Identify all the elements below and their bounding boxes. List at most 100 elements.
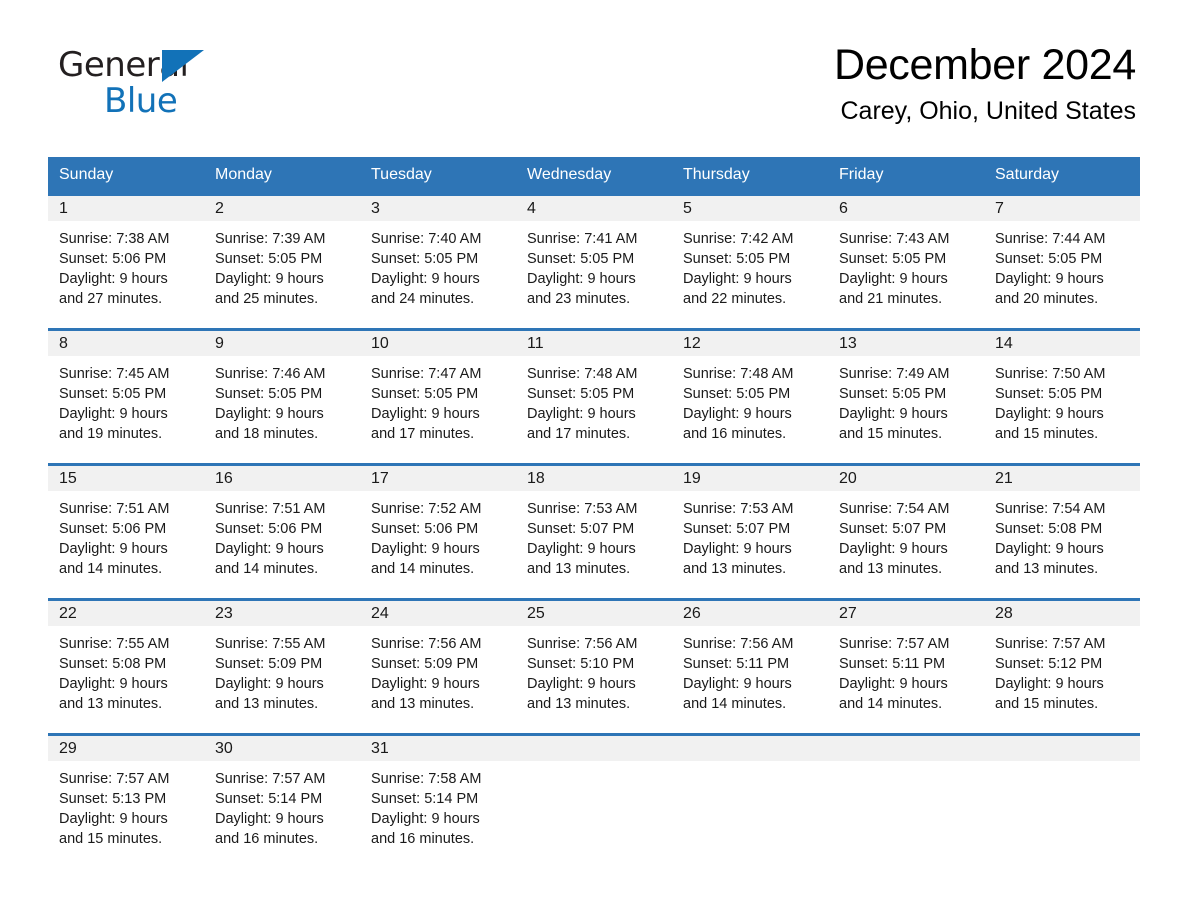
calendar-day-cell[interactable]: 23 Sunrise: 7:55 AM Sunset: 5:09 PM Dayligh…: [204, 598, 360, 735]
daylight-duration-line1: Daylight: 9 hours: [995, 271, 1104, 287]
general-blue-logo[interactable]: General Blue: [58, 48, 204, 121]
daylight-duration-line1: Daylight: 9 hours: [371, 676, 480, 692]
day-number-band: 22: [48, 601, 204, 626]
calendar-empty-cell: [516, 733, 672, 868]
calendar-day-cell[interactable]: 8 Sunrise: 7:45 AM Sunset: 5:05 PM Daylight…: [48, 328, 204, 465]
sunrise-time: Sunrise: 7:45 AM: [59, 366, 170, 382]
location-subtitle: Carey, Ohio, United States: [840, 97, 1136, 126]
day-details: Sunrise: 7:49 AM Sunset: 5:05 PM Daylight:…: [828, 356, 984, 444]
calendar-day-cell[interactable]: 28 Sunrise: 7:57 AM Sunset: 5:12 PM Dayligh…: [984, 598, 1140, 735]
calendar-week-row: 1 Sunrise: 7:38 AM Sunset: 5:06 PM Daylight…: [48, 193, 1140, 330]
calendar-day-cell[interactable]: 16 Sunrise: 7:51 AM Sunset: 5:06 PM Dayligh…: [204, 463, 360, 600]
calendar-day-cell[interactable]: 26 Sunrise: 7:56 AM Sunset: 5:11 PM Dayligh…: [672, 598, 828, 735]
day-number-band: 28: [984, 601, 1140, 626]
sunrise-time: Sunrise: 7:46 AM: [215, 366, 326, 382]
calendar-day-cell[interactable]: 30 Sunrise: 7:57 AM Sunset: 5:14 PM Dayligh…: [204, 733, 360, 868]
calendar-day-cell[interactable]: 2 Sunrise: 7:39 AM Sunset: 5:05 PM Daylight…: [204, 193, 360, 330]
sunset-time: Sunset: 5:05 PM: [839, 251, 947, 267]
calendar-day-cell[interactable]: 1 Sunrise: 7:38 AM Sunset: 5:06 PM Daylight…: [48, 193, 204, 330]
sunrise-time: Sunrise: 7:48 AM: [683, 366, 794, 382]
daylight-duration-line1: Daylight: 9 hours: [215, 541, 324, 557]
day-details: Sunrise: 7:53 AM Sunset: 5:07 PM Daylight:…: [672, 491, 828, 579]
day-details: Sunrise: 7:50 AM Sunset: 5:05 PM Daylight:…: [984, 356, 1140, 444]
calendar-day-cell[interactable]: 13 Sunrise: 7:49 AM Sunset: 5:05 PM Dayligh…: [828, 328, 984, 465]
calendar-empty-cell: [828, 733, 984, 868]
day-number-band: 26: [672, 601, 828, 626]
day-number: 29: [59, 740, 77, 757]
daylight-duration-line1: Daylight: 9 hours: [527, 406, 636, 422]
sunset-time: Sunset: 5:05 PM: [59, 386, 167, 402]
daylight-duration-line2: and 14 minutes.: [839, 696, 943, 712]
day-number-band: 11: [516, 331, 672, 356]
calendar-day-cell[interactable]: 12 Sunrise: 7:48 AM Sunset: 5:05 PM Dayligh…: [672, 328, 828, 465]
calendar-day-cell[interactable]: 10 Sunrise: 7:47 AM Sunset: 5:05 PM Dayligh…: [360, 328, 516, 465]
calendar-week-row: 29 Sunrise: 7:57 AM Sunset: 5:13 PM Dayligh…: [48, 733, 1140, 868]
calendar-day-cell[interactable]: 18 Sunrise: 7:53 AM Sunset: 5:07 PM Dayligh…: [516, 463, 672, 600]
calendar-day-cell[interactable]: 20 Sunrise: 7:54 AM Sunset: 5:07 PM Dayligh…: [828, 463, 984, 600]
day-number: 24: [371, 605, 389, 622]
day-details: Sunrise: 7:48 AM Sunset: 5:05 PM Daylight:…: [672, 356, 828, 444]
calendar-day-cell[interactable]: 24 Sunrise: 7:56 AM Sunset: 5:09 PM Dayligh…: [360, 598, 516, 735]
daylight-duration-line1: Daylight: 9 hours: [839, 406, 948, 422]
daylight-duration-line1: Daylight: 9 hours: [59, 676, 168, 692]
logo-line-one: General: [58, 48, 204, 86]
weekday-header-friday: Friday: [828, 157, 984, 195]
calendar-day-cell[interactable]: 22 Sunrise: 7:55 AM Sunset: 5:08 PM Dayligh…: [48, 598, 204, 735]
daylight-duration-line2: and 16 minutes.: [371, 831, 475, 847]
day-details: Sunrise: 7:57 AM Sunset: 5:14 PM Daylight:…: [204, 761, 360, 849]
day-number-band: 24: [360, 601, 516, 626]
sunrise-time: Sunrise: 7:48 AM: [527, 366, 638, 382]
day-details: Sunrise: 7:56 AM Sunset: 5:10 PM Daylight:…: [516, 626, 672, 714]
sunrise-time: Sunrise: 7:56 AM: [371, 636, 482, 652]
calendar-day-cell[interactable]: 17 Sunrise: 7:52 AM Sunset: 5:06 PM Dayligh…: [360, 463, 516, 600]
day-details: Sunrise: 7:58 AM Sunset: 5:14 PM Daylight:…: [360, 761, 516, 849]
logo-text-blue: Blue: [104, 81, 178, 121]
calendar-day-cell[interactable]: 7 Sunrise: 7:44 AM Sunset: 5:05 PM Daylight…: [984, 193, 1140, 330]
day-number-band: 23: [204, 601, 360, 626]
sunset-time: Sunset: 5:05 PM: [995, 386, 1103, 402]
sunset-time: Sunset: 5:08 PM: [59, 656, 167, 672]
day-number-band: 5: [672, 196, 828, 221]
calendar-day-cell[interactable]: 19 Sunrise: 7:53 AM Sunset: 5:07 PM Dayligh…: [672, 463, 828, 600]
calendar-day-cell[interactable]: 25 Sunrise: 7:56 AM Sunset: 5:10 PM Dayligh…: [516, 598, 672, 735]
calendar-day-cell[interactable]: 15 Sunrise: 7:51 AM Sunset: 5:06 PM Dayligh…: [48, 463, 204, 600]
sunrise-time: Sunrise: 7:51 AM: [215, 501, 326, 517]
day-number-band: 30: [204, 736, 360, 761]
daylight-duration-line2: and 25 minutes.: [215, 291, 319, 307]
day-number: 30: [215, 740, 233, 757]
calendar-empty-cell: [984, 733, 1140, 868]
daylight-duration-line1: Daylight: 9 hours: [371, 541, 480, 557]
calendar-day-cell[interactable]: 31 Sunrise: 7:58 AM Sunset: 5:14 PM Dayligh…: [360, 733, 516, 868]
calendar-day-cell[interactable]: 27 Sunrise: 7:57 AM Sunset: 5:11 PM Dayligh…: [828, 598, 984, 735]
day-number: 11: [527, 335, 544, 352]
sunrise-time: Sunrise: 7:42 AM: [683, 231, 794, 247]
day-details: Sunrise: 7:45 AM Sunset: 5:05 PM Daylight:…: [48, 356, 204, 444]
calendar-day-cell[interactable]: 6 Sunrise: 7:43 AM Sunset: 5:05 PM Daylight…: [828, 193, 984, 330]
calendar-day-cell[interactable]: 21 Sunrise: 7:54 AM Sunset: 5:08 PM Dayligh…: [984, 463, 1140, 600]
daylight-duration-line1: Daylight: 9 hours: [371, 811, 480, 827]
daylight-duration-line1: Daylight: 9 hours: [683, 541, 792, 557]
day-number: 18: [527, 470, 545, 487]
day-details: Sunrise: 7:43 AM Sunset: 5:05 PM Daylight:…: [828, 221, 984, 309]
day-number-band: 15: [48, 466, 204, 491]
calendar-day-cell[interactable]: 4 Sunrise: 7:41 AM Sunset: 5:05 PM Daylight…: [516, 193, 672, 330]
calendar-day-cell[interactable]: 9 Sunrise: 7:46 AM Sunset: 5:05 PM Daylight…: [204, 328, 360, 465]
day-number-band: 16: [204, 466, 360, 491]
daylight-duration-line1: Daylight: 9 hours: [527, 676, 636, 692]
day-details: Sunrise: 7:51 AM Sunset: 5:06 PM Daylight:…: [48, 491, 204, 579]
sunrise-time: Sunrise: 7:56 AM: [527, 636, 638, 652]
day-number-band: 27: [828, 601, 984, 626]
sunset-time: Sunset: 5:06 PM: [59, 521, 167, 537]
daylight-duration-line2: and 13 minutes.: [683, 561, 787, 577]
calendar-day-cell[interactable]: 3 Sunrise: 7:40 AM Sunset: 5:05 PM Daylight…: [360, 193, 516, 330]
day-details: Sunrise: 7:48 AM Sunset: 5:05 PM Daylight:…: [516, 356, 672, 444]
calendar-day-cell[interactable]: 14 Sunrise: 7:50 AM Sunset: 5:05 PM Dayligh…: [984, 328, 1140, 465]
calendar-day-cell[interactable]: 11 Sunrise: 7:48 AM Sunset: 5:05 PM Dayligh…: [516, 328, 672, 465]
day-details: Sunrise: 7:47 AM Sunset: 5:05 PM Daylight:…: [360, 356, 516, 444]
daylight-duration-line2: and 22 minutes.: [683, 291, 787, 307]
sunrise-time: Sunrise: 7:51 AM: [59, 501, 170, 517]
day-details: Sunrise: 7:55 AM Sunset: 5:09 PM Daylight:…: [204, 626, 360, 714]
calendar-day-cell[interactable]: 29 Sunrise: 7:57 AM Sunset: 5:13 PM Dayligh…: [48, 733, 204, 868]
calendar-day-cell[interactable]: 5 Sunrise: 7:42 AM Sunset: 5:05 PM Daylight…: [672, 193, 828, 330]
day-number-band: [828, 736, 984, 761]
